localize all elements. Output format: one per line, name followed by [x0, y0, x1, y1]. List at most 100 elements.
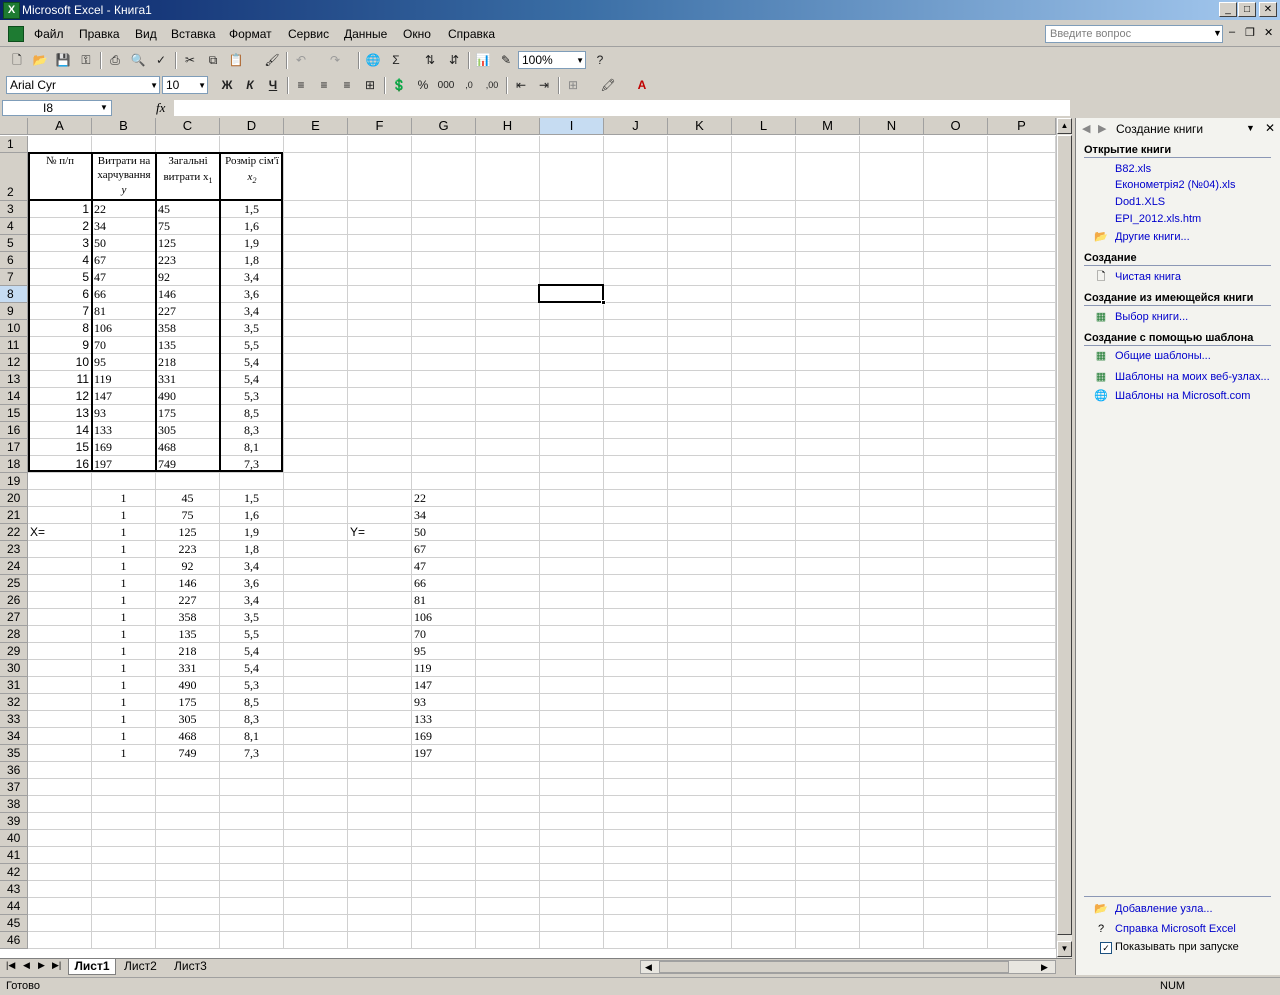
matrix-x-cell[interactable]: 1	[94, 644, 153, 659]
row-header-16[interactable]: 16	[0, 422, 28, 439]
font-size-select[interactable]: 10 ▼	[162, 76, 208, 94]
row-header-38[interactable]: 38	[0, 796, 28, 813]
matrix-y-cell[interactable]: 50	[414, 525, 473, 540]
row-header-25[interactable]: 25	[0, 575, 28, 592]
matrix-x-cell[interactable]: 125	[158, 525, 217, 540]
horizontal-scrollbar[interactable]: ◀ ▶	[640, 960, 1056, 974]
align-center-icon[interactable]: ≡	[314, 76, 334, 95]
matrix-x-cell[interactable]: 1	[94, 729, 153, 744]
forward-arrow-icon[interactable]: ▶	[1098, 122, 1106, 135]
choose-book-link[interactable]: Выбор книги...	[1115, 311, 1188, 323]
microsoft-templates-link[interactable]: Шаблоны на Microsoft.com	[1115, 390, 1250, 402]
cut-icon[interactable]: ✂	[180, 51, 200, 70]
matrix-x-cell[interactable]: 223	[158, 542, 217, 557]
next-sheet-icon[interactable]: ▶	[38, 960, 45, 971]
menu-view[interactable]: Вид	[135, 27, 157, 41]
row-header-41[interactable]: 41	[0, 847, 28, 864]
recent-file-2[interactable]: Економетрія2 (№04).xls	[1115, 179, 1236, 191]
first-sheet-icon[interactable]: |◀	[6, 960, 15, 971]
spelling-icon[interactable]: ✓	[151, 51, 171, 70]
open-folder-icon[interactable]: 📂	[30, 51, 50, 70]
scroll-thumb[interactable]	[1057, 135, 1072, 935]
matrix-x-cell[interactable]: 1	[94, 559, 153, 574]
matrix-x-cell[interactable]: 749	[158, 746, 217, 761]
matrix-x-cell[interactable]: 3,4	[222, 593, 281, 608]
row-header-30[interactable]: 30	[0, 660, 28, 677]
copy-icon[interactable]: ⧉	[203, 51, 223, 70]
matrix-y-cell[interactable]: 67	[414, 542, 473, 557]
matrix-x-cell[interactable]: 8,3	[222, 712, 281, 727]
recent-file-4[interactable]: EPI_2012.xls.htm	[1115, 213, 1201, 225]
sheet-tab-2[interactable]: Лист2	[124, 959, 157, 975]
menu-data[interactable]: Данные	[344, 27, 387, 41]
row-header-8[interactable]: 8	[0, 286, 28, 303]
matrix-y-cell[interactable]: 70	[414, 627, 473, 642]
matrix-x-cell[interactable]: 218	[158, 644, 217, 659]
row-header-15[interactable]: 15	[0, 405, 28, 422]
matrix-x-cell[interactable]: 1	[94, 661, 153, 676]
matrix-x-cell[interactable]: 5,4	[222, 644, 281, 659]
matrix-y-cell[interactable]: 133	[414, 712, 473, 727]
save-icon[interactable]: 💾	[53, 51, 73, 70]
matrix-x-cell[interactable]: 146	[158, 576, 217, 591]
row-header-2[interactable]: 2	[0, 153, 28, 201]
row-header-13[interactable]: 13	[0, 371, 28, 388]
matrix-x-cell[interactable]: 1	[94, 627, 153, 642]
row-header-34[interactable]: 34	[0, 728, 28, 745]
matrix-y-cell[interactable]: 147	[414, 678, 473, 693]
column-header-h[interactable]: H	[476, 118, 540, 135]
column-header-d[interactable]: D	[220, 118, 284, 135]
matrix-x-cell[interactable]: 8,1	[222, 729, 281, 744]
function-icon[interactable]: fx	[156, 100, 165, 116]
undo-icon[interactable]: ↶	[291, 51, 311, 70]
workbook-icon[interactable]	[8, 26, 24, 42]
matrix-x-cell[interactable]: 305	[158, 712, 217, 727]
print-preview-icon[interactable]: 🔍	[128, 51, 148, 70]
row-header-44[interactable]: 44	[0, 898, 28, 915]
bold-button[interactable]: Ж	[217, 76, 237, 95]
matrix-x-cell[interactable]: 1,8	[222, 542, 281, 557]
row-header-4[interactable]: 4	[0, 218, 28, 235]
fill-color-icon[interactable]: 🖍	[598, 76, 618, 95]
menu-insert[interactable]: Вставка	[171, 27, 216, 41]
web-templates-link[interactable]: Шаблоны на моих веб-узлах...	[1115, 371, 1270, 383]
decrease-indent-icon[interactable]: ⇤	[511, 76, 531, 95]
matrix-x-cell[interactable]: 75	[158, 508, 217, 523]
underline-button[interactable]: Ч	[263, 76, 283, 95]
row-header-36[interactable]: 36	[0, 762, 28, 779]
more-books-link[interactable]: Другие книги...	[1115, 231, 1190, 243]
matrix-x-cell[interactable]: 8,5	[222, 695, 281, 710]
doc-close-button[interactable]: ✕	[1264, 26, 1273, 39]
matrix-x-cell[interactable]: 5,4	[222, 661, 281, 676]
column-header-i[interactable]: I	[540, 118, 604, 135]
last-sheet-icon[interactable]: ▶|	[52, 960, 61, 971]
row-header-43[interactable]: 43	[0, 881, 28, 898]
matrix-x-cell[interactable]: 1	[94, 491, 153, 506]
prev-sheet-icon[interactable]: ◀	[23, 960, 30, 971]
column-header-k[interactable]: K	[668, 118, 732, 135]
help-search-input[interactable]: Введите вопрос	[1045, 25, 1223, 43]
row-header-23[interactable]: 23	[0, 541, 28, 558]
matrix-x-cell[interactable]: 1,9	[222, 525, 281, 540]
chart-wizard-icon[interactable]: 📊	[473, 51, 493, 70]
column-header-f[interactable]: F	[348, 118, 412, 135]
row-header-3[interactable]: 3	[0, 201, 28, 218]
scroll-up-icon[interactable]: ▲	[1057, 118, 1072, 134]
scroll-left-icon[interactable]: ◀	[645, 961, 652, 973]
row-header-1[interactable]: 1	[0, 136, 28, 153]
row-header-29[interactable]: 29	[0, 643, 28, 660]
align-left-icon[interactable]: ≡	[291, 76, 311, 95]
percent-icon[interactable]: %	[413, 76, 433, 95]
matrix-x-cell[interactable]: 490	[158, 678, 217, 693]
chevron-down-icon[interactable]: ▼	[1213, 28, 1222, 38]
matrix-x-cell[interactable]: 1	[94, 746, 153, 761]
row-header-27[interactable]: 27	[0, 609, 28, 626]
merge-center-icon[interactable]: ⊞	[360, 76, 380, 95]
matrix-y-cell[interactable]: 93	[414, 695, 473, 710]
font-select[interactable]: Arial Cyr ▼	[6, 76, 160, 94]
column-header-a[interactable]: A	[28, 118, 92, 135]
comma-style-icon[interactable]: 000	[436, 76, 456, 95]
row-header-42[interactable]: 42	[0, 864, 28, 881]
doc-minimize-button[interactable]: –	[1229, 26, 1235, 38]
row-header-12[interactable]: 12	[0, 354, 28, 371]
